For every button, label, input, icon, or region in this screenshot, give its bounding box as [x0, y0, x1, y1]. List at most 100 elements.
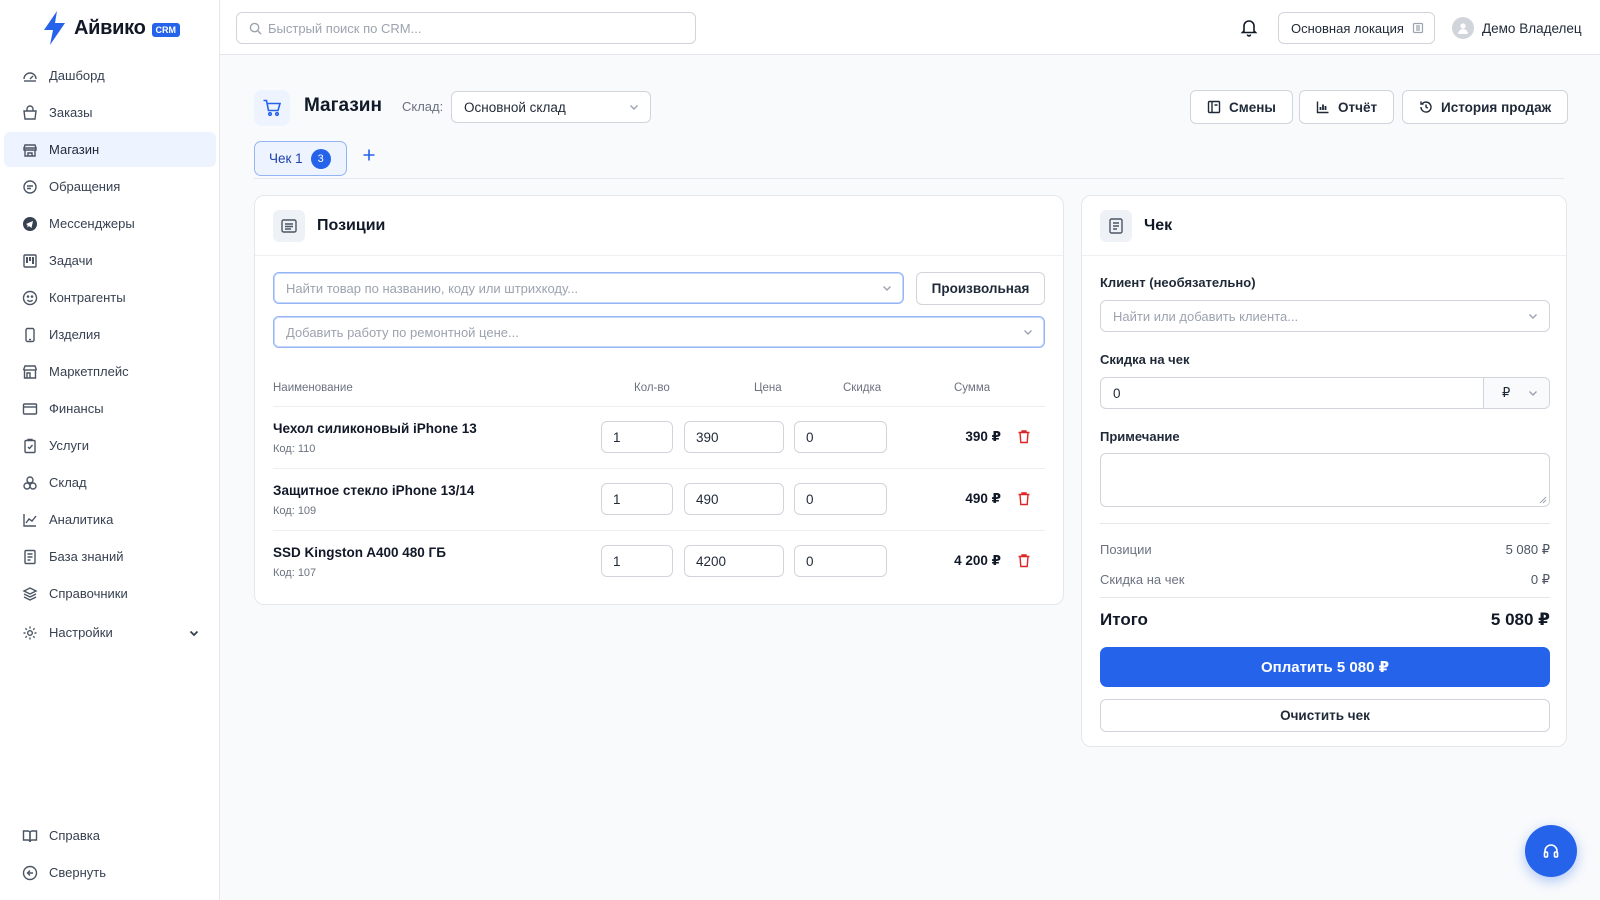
sidebar-item-label: Задачи	[49, 253, 93, 268]
qty-input[interactable]: 1	[601, 421, 673, 453]
sidebar-item-warehouse[interactable]: Склад	[4, 465, 216, 500]
sidebar: Айвико CRM Дашборд Заказы Магазин Обраще…	[0, 0, 220, 900]
trash-icon[interactable]	[1017, 429, 1031, 444]
marketplace-icon	[21, 363, 39, 381]
sidebar-item-marketplace[interactable]: Маркетплейс	[4, 354, 216, 389]
item-name: SSD Kingston A400 480 ГБ	[273, 545, 446, 560]
sidebar-item-label: Мессенджеры	[49, 216, 135, 231]
global-search-input[interactable]: Быстрый поиск по CRM...	[236, 12, 696, 44]
shifts-label: Смены	[1229, 99, 1276, 115]
positions-table-header: Наименование Кол-во Цена Скидка Сумма	[273, 382, 1045, 402]
shifts-icon	[1207, 100, 1221, 114]
layers-icon	[21, 585, 39, 603]
clipboard-icon	[21, 437, 39, 455]
col-name: Наименование	[273, 382, 353, 394]
client-placeholder: Найти или добавить клиента...	[1113, 308, 1299, 324]
shifts-button[interactable]: Смены	[1190, 90, 1293, 124]
sidebar-item-settings[interactable]: Настройки	[4, 615, 216, 650]
sidebar-item-requests[interactable]: Обращения	[4, 169, 216, 204]
chevron-down-icon	[628, 101, 640, 113]
chevron-down-icon	[1022, 326, 1034, 338]
user-name: Демо Владелец	[1482, 20, 1582, 36]
receipt-discount-input[interactable]: 0	[1101, 386, 1483, 401]
receipt-header: Чек	[1082, 196, 1566, 256]
warehouse-select[interactable]: Основной склад	[451, 91, 651, 123]
chevron-down-icon	[1527, 387, 1539, 399]
sales-history-button[interactable]: История продаж	[1402, 90, 1569, 124]
price-input[interactable]: 4200	[684, 545, 784, 577]
note-textarea[interactable]	[1100, 453, 1550, 507]
product-search-input[interactable]: Найти товар по названию, коду или штрихк…	[273, 272, 904, 304]
trash-icon[interactable]	[1017, 553, 1031, 568]
sidebar-item-messengers[interactable]: Мессенджеры	[4, 206, 216, 241]
item-sum: 490 ₽	[965, 491, 1001, 506]
client-search-input[interactable]: Найти или добавить клиента...	[1100, 300, 1550, 332]
currency-select[interactable]: ₽	[1483, 378, 1549, 408]
sidebar-bottom: Справка Свернуть	[4, 818, 216, 892]
grand-total-value: 5 080 ₽	[1490, 610, 1550, 629]
sidebar-item-label: Финансы	[49, 401, 104, 416]
sidebar-item-orders[interactable]: Заказы	[4, 95, 216, 130]
pay-button[interactable]: Оплатить 5 080 ₽	[1100, 647, 1550, 687]
topbar: Быстрый поиск по CRM... Основная локация…	[220, 0, 1600, 55]
location-selector[interactable]: Основная локация	[1278, 12, 1435, 44]
discount-input[interactable]: 0	[794, 483, 887, 515]
app-logo[interactable]: Айвико CRM	[40, 10, 180, 46]
sidebar-item-finance[interactable]: Финансы	[4, 391, 216, 426]
positions-total-value: 5 080 ₽	[1505, 542, 1550, 557]
sidebar-item-analytics[interactable]: Аналитика	[4, 502, 216, 537]
sidebar-item-knowledge[interactable]: База знаний	[4, 539, 216, 574]
positions-total-label: Позиции	[1100, 542, 1152, 557]
sidebar-item-directories[interactable]: Справочники	[4, 576, 216, 611]
avatar	[1452, 17, 1474, 39]
repair-work-input[interactable]: Добавить работу по ремонтной цене...	[273, 316, 1045, 348]
trash-icon[interactable]	[1017, 491, 1031, 506]
cart-icon	[254, 90, 290, 126]
sidebar-item-tasks[interactable]: Задачи	[4, 243, 216, 278]
boxes-icon	[21, 474, 39, 492]
price-input[interactable]: 390	[684, 421, 784, 453]
list-icon	[273, 209, 305, 242]
sidebar-item-label: Справочники	[49, 586, 128, 601]
support-button[interactable]	[1525, 825, 1577, 877]
discount-total-line: Скидка на чек 0 ₽	[1100, 572, 1550, 588]
tab-label: Чек 1	[269, 151, 303, 166]
item-name: Защитное стекло iPhone 13/14	[273, 483, 475, 498]
qty-input[interactable]: 1	[601, 545, 673, 577]
tabs-divider	[254, 178, 1564, 179]
document-icon	[21, 548, 39, 566]
store-icon	[21, 141, 39, 159]
custom-item-button[interactable]: Произвольная	[916, 272, 1045, 305]
report-button[interactable]: Отчёт	[1299, 90, 1395, 124]
sidebar-item-store[interactable]: Магазин	[4, 132, 216, 167]
sidebar-item-collapse[interactable]: Свернуть	[4, 855, 216, 890]
discount-label: Скидка на чек	[1100, 352, 1190, 367]
user-menu[interactable]: Демо Владелец	[1452, 17, 1582, 39]
bell-icon[interactable]	[1240, 17, 1258, 37]
sidebar-item-help[interactable]: Справка	[4, 818, 216, 853]
product-search-placeholder: Найти товар по названию, коду или штрихк…	[286, 280, 579, 296]
sidebar-item-contractors[interactable]: Контрагенты	[4, 280, 216, 315]
sidebar-item-label: Склад	[49, 475, 87, 490]
discount-input[interactable]: 0	[794, 421, 887, 453]
add-tab-button[interactable]	[362, 148, 376, 162]
sidebar-item-services[interactable]: Услуги	[4, 428, 216, 463]
history-label: История продаж	[1441, 99, 1552, 115]
telegram-icon	[21, 215, 39, 233]
item-sum: 4 200 ₽	[954, 553, 1001, 568]
qty-input[interactable]: 1	[601, 483, 673, 515]
sidebar-item-label: Аналитика	[49, 512, 114, 527]
receipt-card: Чек Клиент (необязательно) Найти или доб…	[1081, 195, 1567, 747]
chart-line-icon	[21, 511, 39, 529]
tab-receipt-1[interactable]: Чек 1 3	[254, 141, 347, 176]
location-label: Основная локация	[1291, 20, 1404, 36]
chevron-down-icon[interactable]	[188, 627, 200, 639]
sidebar-item-devices[interactable]: Изделия	[4, 317, 216, 352]
item-code: Код: 110	[273, 443, 316, 455]
clear-receipt-button[interactable]: Очистить чек	[1100, 699, 1550, 732]
divider	[1100, 523, 1550, 524]
discount-input[interactable]: 0	[794, 545, 887, 577]
col-sum: Сумма	[954, 382, 991, 394]
price-input[interactable]: 490	[684, 483, 784, 515]
sidebar-item-dashboard[interactable]: Дашборд	[4, 58, 216, 93]
